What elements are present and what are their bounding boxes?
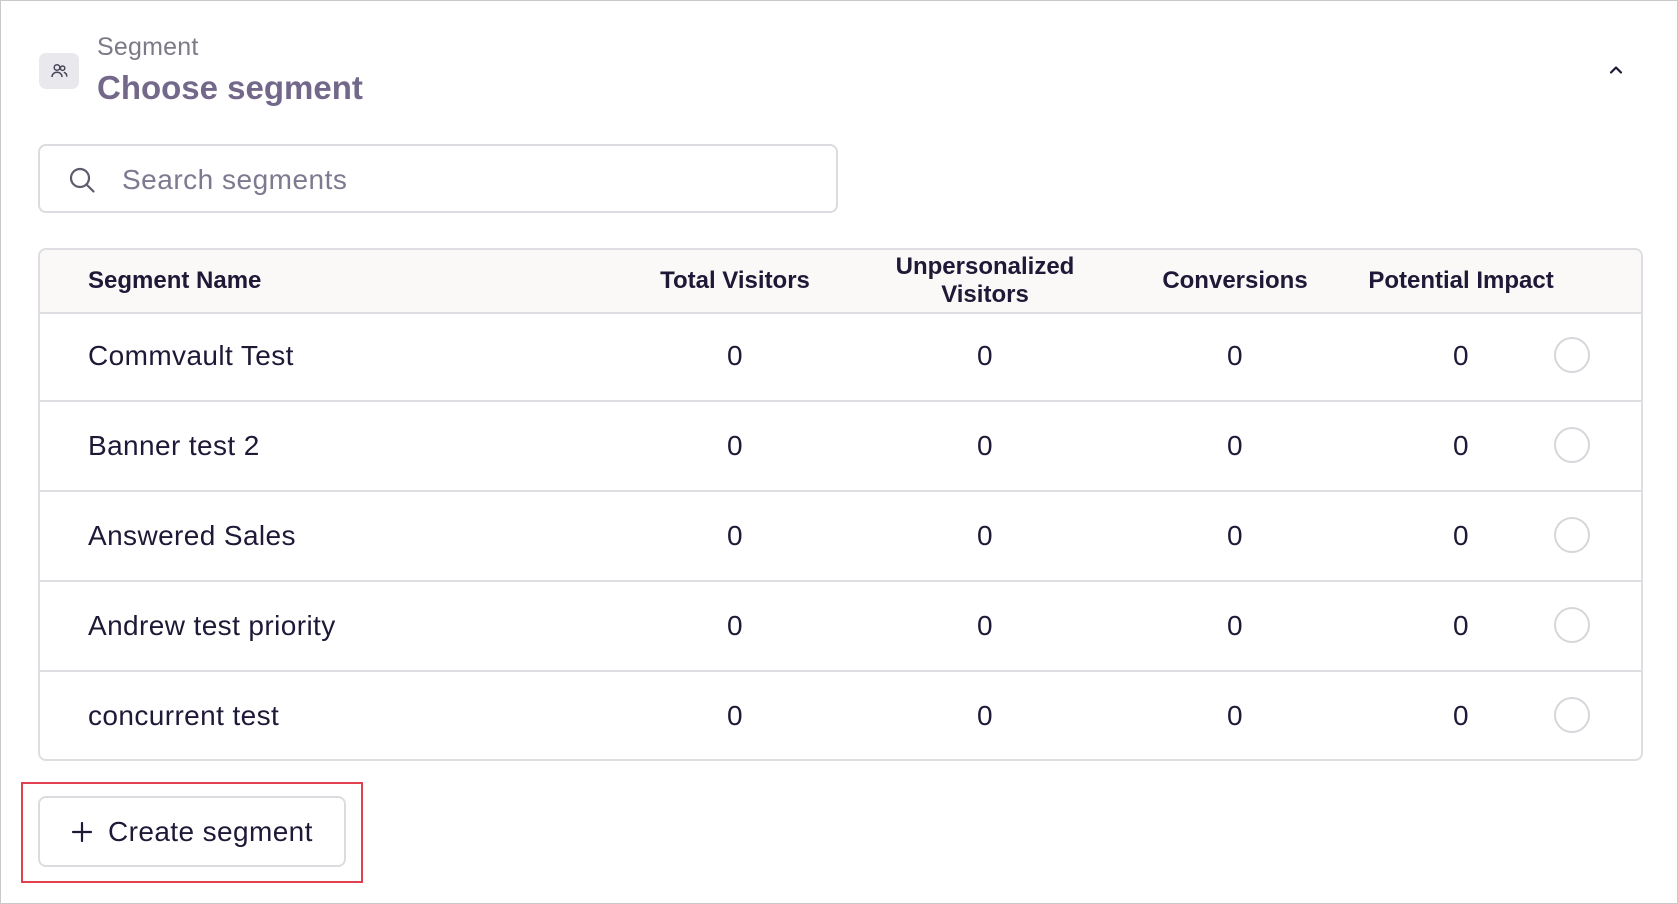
users-icon bbox=[39, 53, 79, 89]
select-radio[interactable] bbox=[1554, 337, 1590, 373]
panel-header: Segment Choose segment bbox=[39, 31, 1639, 111]
unpersonalized-visitors-value: 0 bbox=[977, 700, 993, 731]
unpersonalized-visitors-value: 0 bbox=[977, 610, 993, 641]
select-radio[interactable] bbox=[1554, 427, 1590, 463]
segment-name: Andrew test priority bbox=[88, 610, 336, 641]
table-row[interactable]: Banner test 2 0 0 0 0 bbox=[40, 402, 1641, 492]
collapse-button[interactable] bbox=[1601, 55, 1631, 85]
total-visitors-value: 0 bbox=[727, 700, 743, 731]
total-visitors-value: 0 bbox=[727, 610, 743, 641]
total-visitors-value: 0 bbox=[727, 430, 743, 461]
segment-name: Banner test 2 bbox=[88, 430, 260, 461]
page-title: Choose segment bbox=[97, 69, 363, 106]
select-radio[interactable] bbox=[1554, 697, 1590, 733]
total-visitors-value: 0 bbox=[727, 520, 743, 551]
table-header: Segment Name Total Visitors Unpersonaliz… bbox=[40, 250, 1641, 314]
segment-panel: Segment Choose segment Segment Name Tota… bbox=[0, 0, 1678, 904]
segment-name: Commvault Test bbox=[88, 340, 294, 371]
select-radio[interactable] bbox=[1554, 607, 1590, 643]
column-header-unpersonalized-visitors-label: Unpersonalized Visitors bbox=[895, 253, 1075, 308]
chevron-up-icon bbox=[1609, 66, 1623, 74]
segment-name: concurrent test bbox=[88, 700, 280, 731]
create-segment-button[interactable]: Create segment bbox=[38, 796, 346, 867]
table-row[interactable]: Commvault Test 0 0 0 0 bbox=[40, 312, 1641, 402]
segments-table: Segment Name Total Visitors Unpersonaliz… bbox=[38, 248, 1643, 761]
table-row[interactable]: Answered Sales 0 0 0 0 bbox=[40, 492, 1641, 582]
unpersonalized-visitors-value: 0 bbox=[977, 340, 993, 371]
table-row[interactable]: Andrew test priority 0 0 0 0 bbox=[40, 582, 1641, 672]
unpersonalized-visitors-value: 0 bbox=[977, 520, 993, 551]
column-header-potential-impact: Potential Impact bbox=[1368, 267, 1554, 294]
create-segment-label: Create segment bbox=[108, 815, 313, 847]
column-header-unpersonalized-visitors: Unpersonalized Visitors bbox=[850, 250, 1120, 312]
column-header-total-visitors: Total Visitors bbox=[660, 267, 810, 294]
search-input[interactable] bbox=[120, 156, 814, 204]
unpersonalized-visitors-value: 0 bbox=[977, 430, 993, 461]
search-icon bbox=[69, 167, 95, 193]
search-box bbox=[38, 144, 838, 213]
total-visitors-value: 0 bbox=[727, 340, 743, 371]
column-header-segment-name: Segment Name bbox=[88, 267, 262, 294]
table-row[interactable]: concurrent test 0 0 0 0 bbox=[40, 672, 1641, 759]
segment-name: Answered Sales bbox=[88, 520, 296, 551]
select-radio[interactable] bbox=[1554, 517, 1590, 553]
header-subtitle: Segment bbox=[97, 33, 199, 61]
plus-icon bbox=[71, 821, 93, 842]
